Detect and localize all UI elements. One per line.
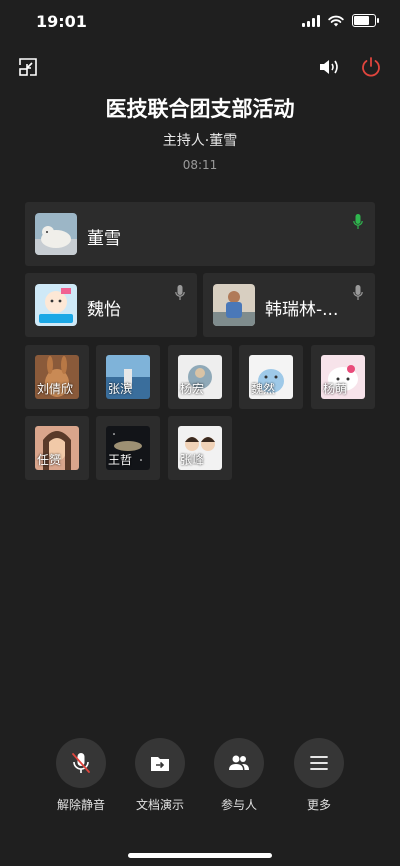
avatar	[35, 284, 77, 326]
top-controls	[0, 56, 400, 80]
avatar	[213, 284, 255, 326]
more-menu-icon	[310, 756, 328, 770]
participant-name: 王哲	[108, 453, 133, 467]
mic-icon	[175, 285, 185, 300]
button-circle	[294, 738, 344, 788]
unmute-label: 解除静音	[56, 798, 105, 812]
speaker-name: 董雪	[87, 229, 121, 249]
participants-icon	[229, 755, 249, 770]
avatar	[35, 213, 77, 255]
mic-icon	[353, 285, 363, 300]
status-icons	[302, 14, 379, 27]
participant-tile[interactable]: 杨萌	[311, 345, 375, 409]
button-circle	[135, 738, 185, 788]
share-doc-icon	[151, 757, 169, 771]
participant-tile[interactable]: 刘倩欣	[25, 345, 89, 409]
participant-name: 张滨	[108, 382, 133, 396]
button-circle	[56, 738, 106, 788]
share-document-label: 文档演示	[135, 798, 184, 812]
speaker-tile[interactable]: 董雪	[25, 202, 375, 266]
participant-name: 张峰	[180, 453, 205, 467]
unmute-button[interactable]: 解除静音	[46, 738, 116, 813]
participant-tile[interactable]: 杨宏	[168, 345, 232, 409]
button-circle	[214, 738, 264, 788]
home-indicator[interactable]	[128, 853, 272, 858]
battery-icon	[352, 14, 379, 27]
active-mic-icon	[353, 214, 363, 229]
end-meeting-power-icon[interactable]	[360, 56, 382, 78]
participant-name: 魏然	[251, 382, 276, 396]
participants-label: 参与人	[220, 798, 257, 812]
more-label: 更多	[306, 798, 331, 812]
cellular-signal-icon	[302, 14, 320, 27]
participant-name: 魏怡	[87, 300, 121, 320]
participant-name: 韩瑞林-...	[265, 300, 339, 320]
speaker-icon[interactable]	[318, 56, 342, 78]
participant-tile[interactable]: 王哲	[96, 416, 160, 480]
participant-tile[interactable]: 魏然	[239, 345, 303, 409]
participant-name: 杨宏	[180, 382, 205, 396]
participant-tile[interactable]: 张峰	[168, 416, 232, 480]
minimize-window-icon[interactable]	[17, 56, 39, 78]
meeting-title: 医技联合团支部活动	[105, 97, 295, 121]
participant-tile[interactable]: 魏怡	[25, 273, 197, 337]
muted-mic-icon	[72, 753, 90, 773]
participants-button[interactable]: 参与人	[204, 738, 274, 813]
clock: 19:01	[36, 12, 87, 31]
more-button[interactable]: 更多	[284, 738, 354, 813]
participant-name: 刘倩欣	[37, 382, 74, 396]
share-document-button[interactable]: 文档演示	[125, 738, 195, 813]
participant-name: 任赟	[37, 453, 62, 467]
participant-tile[interactable]: 任赟	[25, 416, 89, 480]
participant-tile[interactable]: 张滨	[96, 345, 160, 409]
participant-tile[interactable]: 韩瑞林-...	[203, 273, 375, 337]
status-bar: 19:01	[0, 0, 400, 44]
wifi-icon	[328, 15, 344, 26]
meeting-duration: 08:11	[182, 158, 218, 172]
participant-name: 杨萌	[323, 382, 348, 396]
meeting-host: 主持人·董雪	[162, 133, 238, 149]
